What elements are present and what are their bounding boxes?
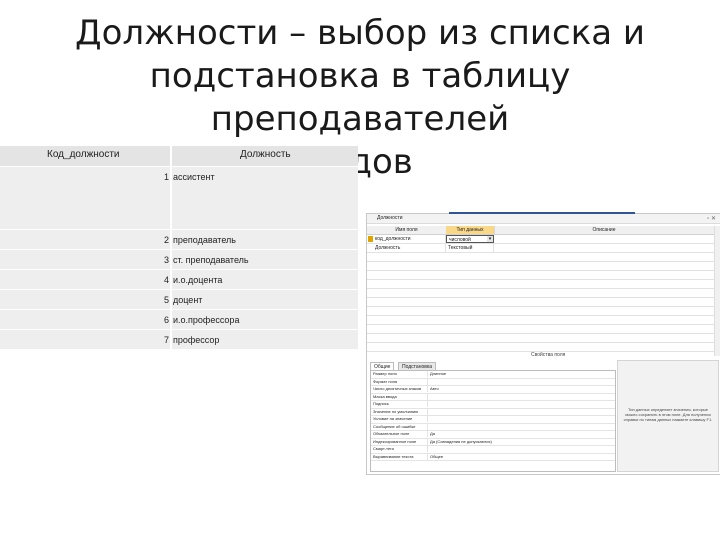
data-type-cell[interactable]: Текстовый [446, 244, 494, 252]
table-row[interactable] [367, 262, 714, 271]
header-data-type[interactable]: Тип данных [446, 226, 495, 234]
table-row[interactable] [367, 343, 714, 352]
document-tab-bar: Должности ▫ ✕ [367, 214, 720, 224]
table-row: 2 преподаватель [0, 230, 358, 250]
table-row[interactable] [367, 271, 714, 280]
property-row[interactable]: Условие на значение [371, 416, 615, 424]
table-row[interactable] [367, 307, 714, 316]
data-type-value: числовой [449, 237, 471, 243]
property-row[interactable]: Выравнивание текста Общее [371, 453, 615, 461]
table-row[interactable] [367, 253, 714, 262]
field-design-grid: Имя поля Тип данных Описание код_должнос… [367, 226, 714, 356]
table-row[interactable]: код_должности числовой ▾ [367, 235, 714, 244]
tab-positions[interactable]: Должности [377, 215, 403, 221]
property-row[interactable]: Смарт-теги [371, 446, 615, 454]
help-hint-panel: Тип данных определяет значения, которые … [617, 360, 719, 472]
table-row[interactable] [367, 316, 714, 325]
data-type-select[interactable]: числовой ▾ [446, 235, 494, 243]
row-code: 6 [164, 315, 170, 325]
property-row[interactable]: Маска ввода [371, 393, 615, 401]
property-row[interactable]: Индексированное поле Да (Совпадения не до… [371, 438, 615, 446]
table-header-row: Код_должности Должность [0, 146, 358, 167]
table-design-window: Должности ▫ ✕ Имя поля Тип данных Описан… [366, 212, 720, 475]
row-code: 2 [164, 235, 170, 245]
row-code: 7 [164, 335, 170, 345]
table-row[interactable] [367, 289, 714, 298]
row-position: ст. преподаватель [173, 255, 249, 265]
table-row[interactable]: Должность Текстовый [367, 244, 714, 253]
table-row: 3 ст. преподаватель [0, 250, 358, 270]
table-row[interactable] [367, 325, 714, 334]
row-code: 5 [164, 295, 170, 305]
property-row[interactable]: Сообщение об ошибке [371, 423, 615, 431]
property-row[interactable]: Число десятичных знаков Авто [371, 386, 615, 394]
field-properties-caption: Свойства поля [531, 352, 566, 358]
vertical-scrollbar[interactable] [714, 226, 720, 356]
row-code: 1 [164, 172, 170, 182]
slide-title-line-2: подстановка в таблицу преподавателей [149, 56, 571, 139]
positions-table: Код_должности Должность 1 ассистент 2 пр… [0, 146, 358, 350]
row-code: 4 [164, 275, 170, 285]
grid-header: Имя поля Тип данных Описание [367, 226, 714, 235]
header-description[interactable]: Описание [494, 226, 714, 234]
row-position: доцент [173, 295, 203, 305]
property-row[interactable]: Размер поля Длинное [371, 371, 615, 379]
table-row[interactable] [367, 280, 714, 289]
property-row[interactable]: Обязательное поле Да [371, 431, 615, 439]
slide-title-line-1: Должности – выбор из списка и [75, 13, 645, 53]
table-row: 1 ассистент [0, 167, 358, 230]
header-position-code: Код_должности [47, 149, 120, 160]
property-row[interactable]: Значение по умолчанию [371, 408, 615, 416]
row-code: 3 [164, 255, 170, 265]
row-position: преподаватель [173, 235, 236, 245]
close-icon[interactable]: ▫ ✕ [707, 215, 716, 222]
table-row[interactable] [367, 334, 714, 343]
row-position: и.о.доцента [173, 275, 223, 285]
table-row[interactable] [367, 298, 714, 307]
help-hint-text: Тип данных определяет значения, которые … [623, 407, 713, 422]
table-row: 6 и.о.профессора [0, 310, 358, 330]
table-row: 4 и.о.доцента [0, 270, 358, 290]
chevron-down-icon[interactable]: ▾ [487, 236, 493, 242]
row-position: и.о.профессора [173, 315, 240, 325]
header-field-name[interactable]: Имя поля [367, 226, 447, 234]
field-properties-table: Размер поля Длинное Формат поля Число дес… [370, 370, 616, 472]
row-position: ассистент [173, 172, 215, 182]
row-position: профессор [173, 335, 220, 345]
field-name-cell[interactable]: код_должности [373, 235, 446, 243]
property-row[interactable]: Формат поля [371, 378, 615, 386]
table-row: 7 профессор [0, 330, 358, 350]
table-row: 5 доцент [0, 290, 358, 310]
property-row[interactable]: Подпись [371, 401, 615, 409]
field-name-cell[interactable]: Должность [373, 244, 446, 252]
header-position: Должность [240, 149, 291, 160]
